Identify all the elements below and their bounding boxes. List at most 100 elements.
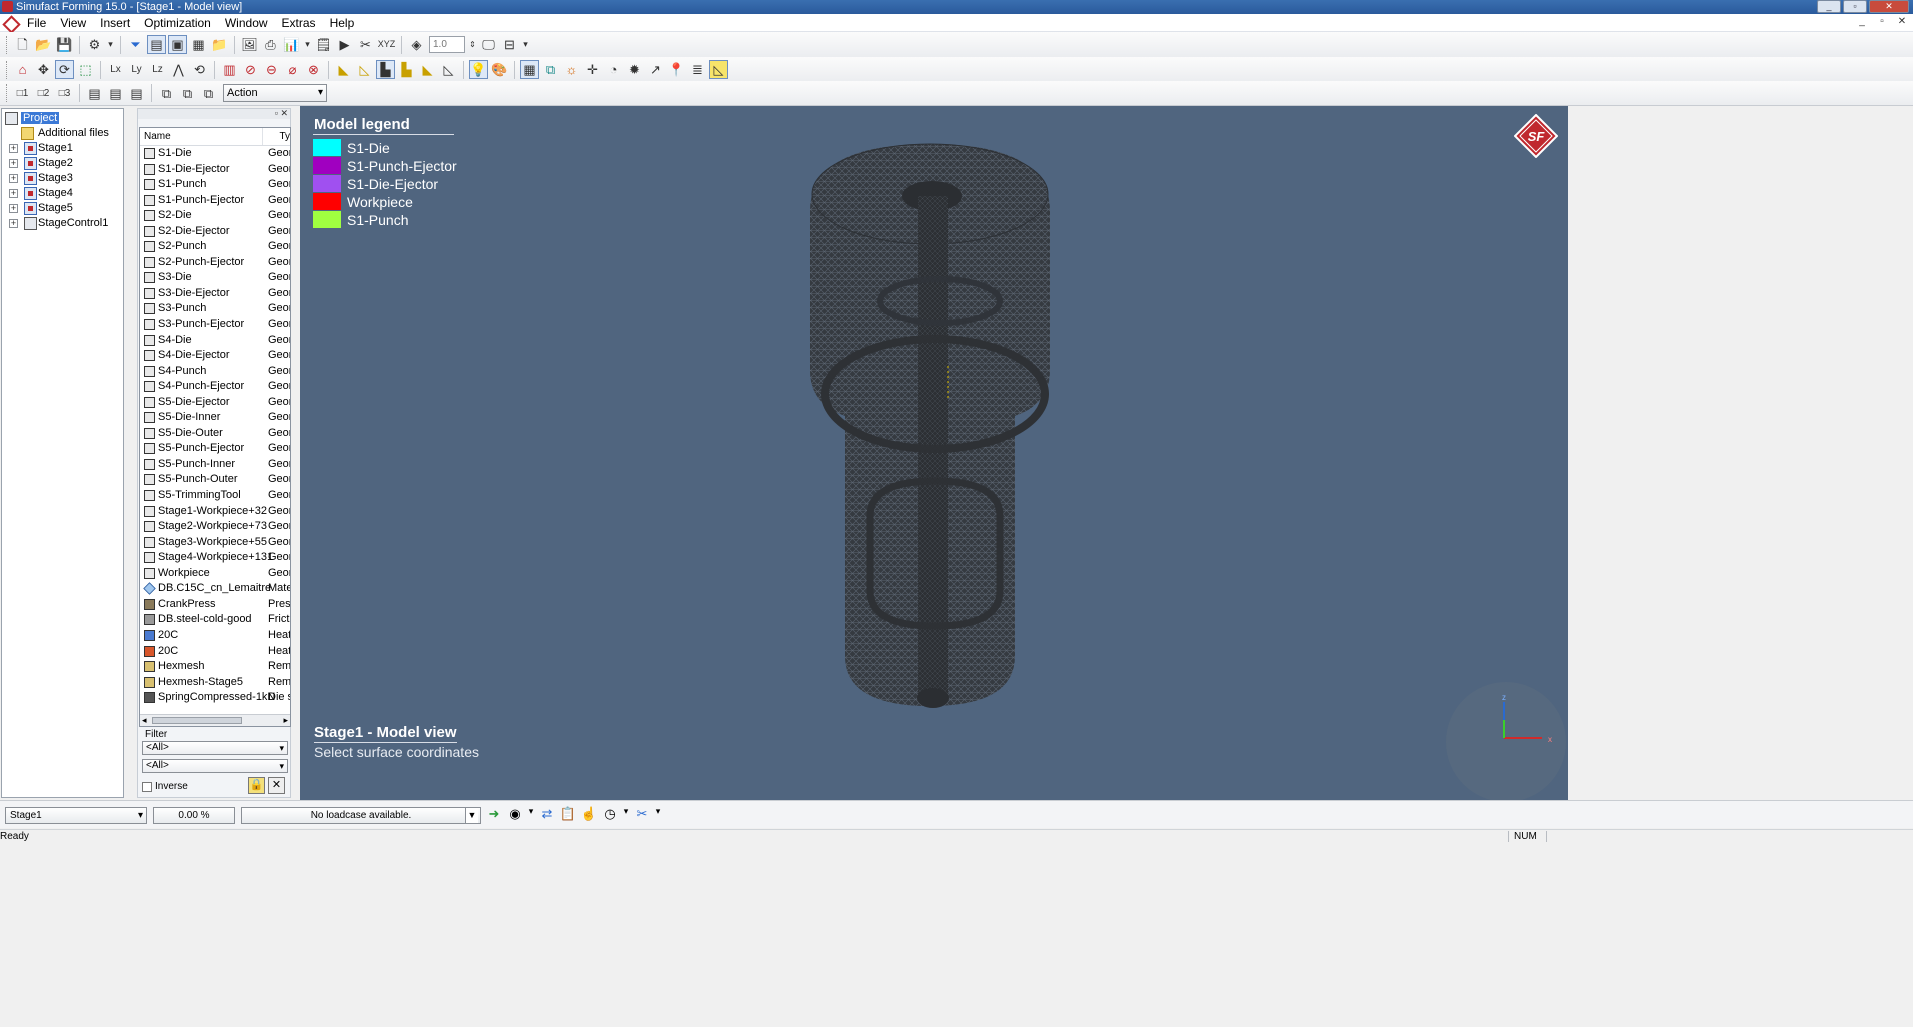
no-clip-icon[interactable]: ⊗ [304,60,323,79]
expand-icon[interactable]: + [9,159,18,168]
list-item[interactable]: Stage1-Workpiece+32Geon [140,504,290,520]
pan-icon[interactable]: ✥ [34,60,53,79]
list-item[interactable]: S3-Punch Geon [140,301,290,317]
list-item[interactable]: S1-Punch-Ejector Geon [140,193,290,209]
cascade-1-icon[interactable]: ⧉ [157,84,176,103]
isometric-icon[interactable]: ⋀ [169,60,188,79]
tree-node-additional-files[interactable]: Additional files [2,126,123,141]
menu-window[interactable]: Window [218,14,275,32]
filter-clear-button[interactable]: ✕ [268,777,285,794]
toolbar-grip[interactable] [6,84,9,102]
loadcase-select[interactable]: No loadcase available. [241,807,481,824]
pin-icon[interactable]: 📍 [667,60,686,79]
shape-4-icon[interactable]: ▙ [397,60,416,79]
tree-node-stage[interactable]: + Stage3 [2,171,123,186]
object-window-icon[interactable]: ▣ [168,35,187,54]
list-item[interactable]: Stage2-Workpiece+73Geon [140,519,290,535]
list-item[interactable]: S2-Die Geon [140,208,290,224]
chart-dropdown-icon[interactable]: ▾ [303,35,312,54]
menu-optimization[interactable]: Optimization [137,14,218,32]
list-item[interactable]: S2-Die-Ejector Geon [140,224,290,240]
list-item[interactable]: S5-Die-Inner Geon [140,410,290,426]
mdi-restore-button[interactable]: ▫ [1875,15,1889,29]
list-item[interactable]: 20C Heat [140,628,290,644]
close-button[interactable]: ✕ [1869,0,1909,13]
tile-3-icon[interactable]: ▤ [127,84,146,103]
expand-icon[interactable]: + [9,204,18,213]
list-item[interactable]: Hexmesh-Stage5 Reme [140,675,290,691]
fit-view-icon[interactable]: ⧉ [541,60,560,79]
shape-5-icon[interactable]: ◣ [418,60,437,79]
list-item[interactable]: S5-Punch-Inner Geon [140,457,290,473]
expand-icon[interactable]: + [9,219,18,228]
tile-1-icon[interactable]: ▤ [85,84,104,103]
stop-dropdown-icon[interactable]: ▾ [527,806,535,822]
table-icon[interactable]: ▦ [189,35,208,54]
light-bulb-icon[interactable]: 💡 [469,60,488,79]
list-item[interactable]: SpringCompressed-1kNDie sp [140,690,290,706]
expand-icon[interactable]: + [9,189,18,198]
stop-icon[interactable]: ◉ [506,806,524,822]
list-item[interactable]: Stage3-Workpiece+55Geon [140,535,290,551]
new-file-icon[interactable]: 🗋 [13,35,32,54]
tree-node-stage[interactable]: + Stage5 [2,201,123,216]
home-view-icon[interactable]: ⌂ [13,60,32,79]
tree-node-stage[interactable]: + Stage4 [2,186,123,201]
run-settings-icon[interactable]: ⚙ [85,35,104,54]
menu-extras[interactable]: Extras [275,14,323,32]
list-item[interactable]: Hexmesh Reme [140,659,290,675]
list-item[interactable]: S4-Die Geon [140,333,290,349]
grid-view-icon[interactable]: ▦ [520,60,539,79]
column-header-type[interactable]: Ty [263,128,290,145]
tree-view-icon[interactable]: ▤ [147,35,166,54]
list-item[interactable]: S3-Punch-Ejector Geon [140,317,290,333]
list-item[interactable]: S1-Die-Ejector Geon [140,162,290,178]
expand-icon[interactable]: + [9,144,18,153]
screen-icon[interactable]: 🖵 [479,35,498,54]
list-item[interactable]: S5-Die-Ejector Geon [140,395,290,411]
inverse-checkbox[interactable] [142,781,152,792]
inverse-toggle[interactable]: Inverse [142,781,188,792]
add-folder-icon[interactable]: 📁 [210,35,229,54]
crosshair-icon[interactable]: ✛ [583,60,602,79]
scroll-thumb[interactable] [152,717,242,724]
zoom-factor-input[interactable]: 1.0 [429,36,465,53]
clock-icon[interactable]: ◷ [601,806,619,822]
start-simulation-icon[interactable]: ➜ [485,806,503,822]
menu-help[interactable]: Help [323,14,362,32]
list-item[interactable]: S2-Punch Geon [140,239,290,255]
list-item[interactable]: S3-Die-Ejector Geon [140,286,290,302]
pane-close-icon[interactable]: ▫ ✕ [275,108,288,119]
list-item[interactable]: Workpiece Geon [140,566,290,582]
action-select[interactable]: Action [223,84,327,102]
expand-icon[interactable]: + [9,174,18,183]
workpiece-mesh-model[interactable] [800,136,1060,726]
play-icon[interactable]: ▶ [335,35,354,54]
tree-node-stage[interactable]: + Stage2 [2,156,123,171]
tools-dropdown-icon[interactable]: ▾ [654,806,662,822]
window-1-button[interactable]: □1 [13,84,32,103]
axis-triad[interactable]: z x [1444,680,1568,800]
menu-insert[interactable]: Insert [93,14,137,32]
list-item[interactable]: Stage4-Workpiece+131Geon [140,550,290,566]
list-item[interactable]: S4-Punch-Ejector Geon [140,379,290,395]
list-item[interactable]: 20C Heat [140,644,290,660]
list-item[interactable]: S1-Punch Geon [140,177,290,193]
layers-icon[interactable]: ≣ [688,60,707,79]
column-header-name[interactable]: Name [140,128,264,145]
scale-icon[interactable]: ◺ [709,60,728,79]
menu-view[interactable]: View [53,14,93,32]
view-axis-icon[interactable]: ⟲ [190,60,209,79]
zoom-box-icon[interactable]: ⬚ [76,60,95,79]
tools-icon[interactable]: ✂ [633,806,651,822]
transparency-icon[interactable]: ◈ [407,35,426,54]
tree-node-stage-control[interactable]: + StageControl1 [2,216,123,231]
shape-3-icon[interactable]: ▙ [376,60,395,79]
print-icon[interactable]: ⎙ [261,35,280,54]
rotate-icon[interactable]: ⟳ [55,60,74,79]
open-folder-icon[interactable]: 📂 [34,35,53,54]
xyz-icon[interactable]: XYZ [377,35,396,54]
spinner-icon[interactable]: ⇕ [468,35,477,54]
list-item[interactable]: DB.C15C_cn_Lemaitre Mate [140,581,290,597]
document-icon[interactable] [3,16,17,30]
